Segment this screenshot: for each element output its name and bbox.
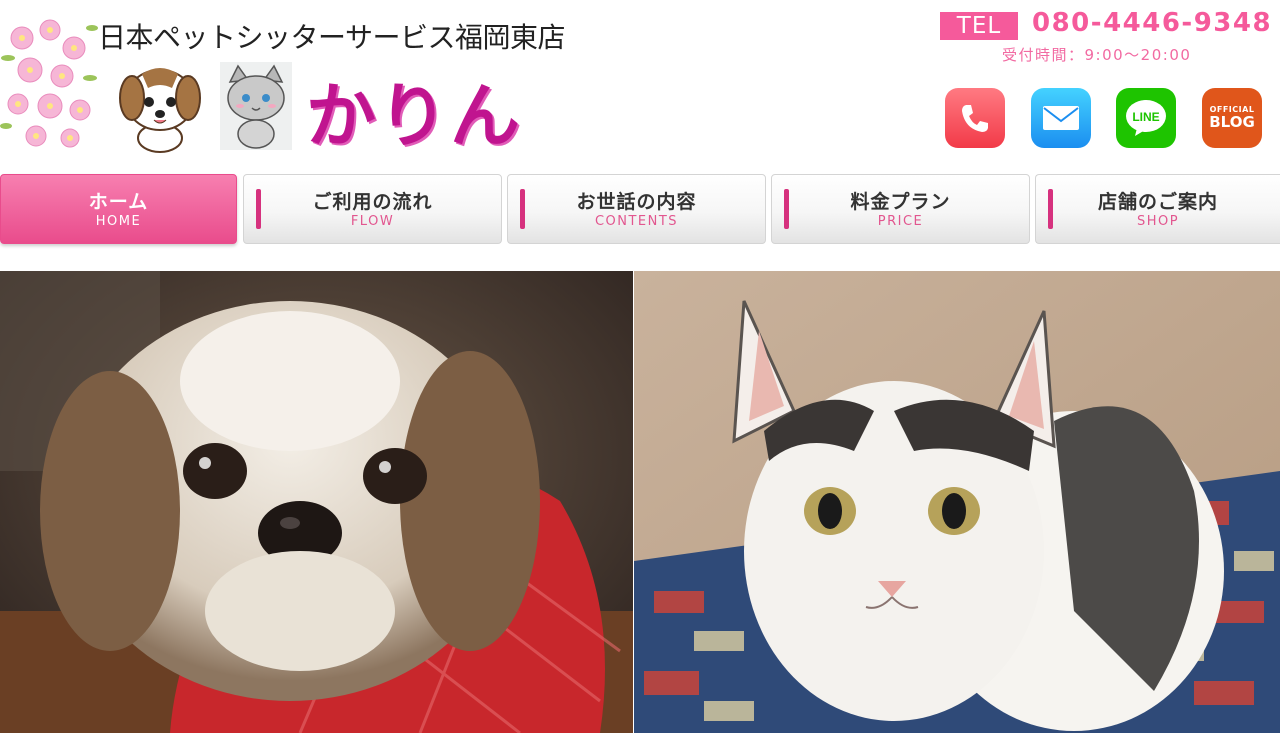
nav-label: 店舗のご案内 (1097, 191, 1218, 213)
cherry-blossom-decoration (0, 19, 98, 148)
dog-photo (0, 271, 633, 733)
hero-image (0, 271, 1280, 733)
brand-logo-text[interactable]: かりん (306, 76, 522, 156)
line-icon-label: LINE (1132, 110, 1159, 124)
dog-mascot-icon (119, 68, 201, 153)
nav-item-home[interactable]: ホーム HOME (0, 174, 237, 244)
phone-icon[interactable] (945, 88, 1005, 148)
nav-label: ホーム (88, 191, 149, 213)
nav-sublabel: SHOP (1136, 214, 1180, 229)
nav-sublabel: CONTENTS (594, 214, 679, 229)
nav-sublabel: PRICE (877, 214, 924, 229)
nav-sublabel: FLOW (350, 214, 395, 229)
main-nav: ホーム HOME ご利用の流れ FLOW お世話の内容 CONTENTS 料金プ… (0, 174, 1280, 244)
nav-label: お世話の内容 (576, 191, 697, 213)
cat-photo (634, 271, 1280, 733)
mail-icon[interactable] (1031, 88, 1091, 148)
tel-number[interactable]: 080-4446-9348 (1032, 8, 1272, 38)
nav-item-flow[interactable]: ご利用の流れ FLOW (243, 174, 502, 244)
cat-mascot-icon (220, 62, 292, 150)
blog-icon[interactable]: OFFICIAL BLOG (1202, 88, 1262, 148)
nav-sublabel: HOME (95, 214, 142, 229)
blog-icon-label: BLOG (1209, 113, 1255, 131)
site-name: 日本ペットシッターサービス福岡東店 (98, 21, 565, 54)
nav-item-price[interactable]: 料金プラン PRICE (771, 174, 1030, 244)
site-header: 日本ペットシッターサービス福岡東店 かりん TEL 080-4446-9348 … (0, 0, 1280, 168)
tel-label: TEL (940, 12, 1018, 40)
nav-label: 料金プラン (850, 191, 951, 213)
nav-label: ご利用の流れ (312, 191, 433, 213)
line-icon[interactable]: LINE (1116, 88, 1176, 148)
business-hours: 受付時間：9:00～20:00 (1002, 46, 1192, 64)
nav-item-contents[interactable]: お世話の内容 CONTENTS (507, 174, 766, 244)
nav-item-shop[interactable]: 店舗のご案内 SHOP (1035, 174, 1280, 244)
